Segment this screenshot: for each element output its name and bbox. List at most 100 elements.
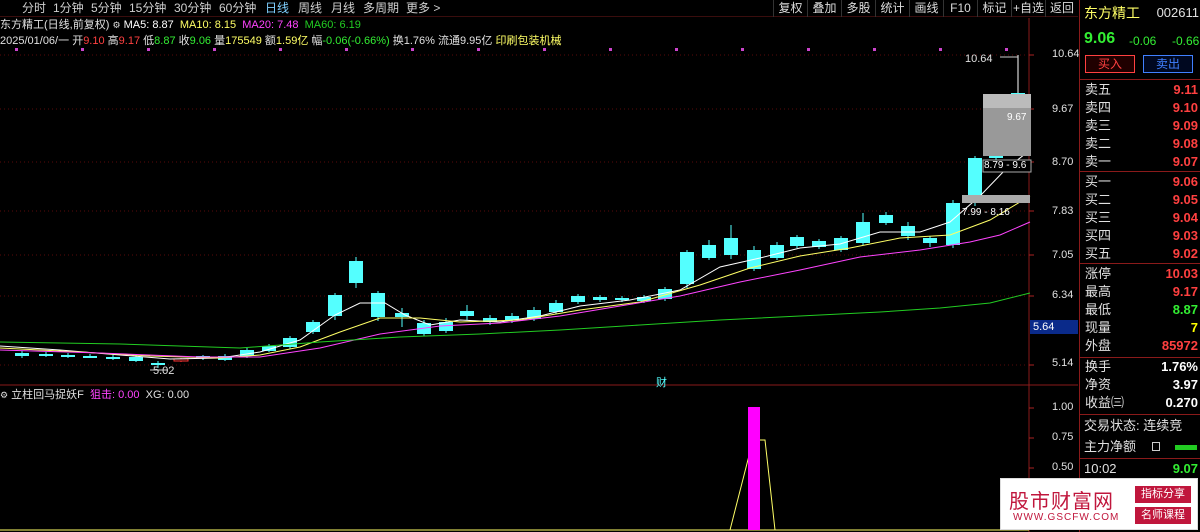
signal-dot	[873, 48, 876, 51]
signal-dot	[279, 48, 282, 51]
candle-body	[770, 245, 784, 258]
range-box-label: 9.67	[1007, 112, 1027, 123]
candle-body	[790, 237, 804, 246]
bid-value: 9.03	[1172, 228, 1198, 243]
stat2-value: 0.270	[1165, 395, 1198, 410]
ma10-line	[0, 195, 1031, 359]
stat-value: 10.03	[1165, 266, 1198, 281]
stock-header: 东方精工 002611	[1080, 4, 1200, 24]
bid-label: 买五	[1085, 246, 1112, 261]
candle-body	[702, 245, 716, 258]
main-flow-menu-icon[interactable]	[1152, 442, 1160, 451]
range-box	[962, 195, 1030, 203]
ask-value: 9.07	[1172, 154, 1198, 169]
price-axis-label: 6.34	[1052, 289, 1074, 301]
bid-label: 买二	[1085, 192, 1112, 207]
candle	[923, 236, 937, 247]
ask-row[interactable]: 卖一 9.07	[1080, 153, 1200, 171]
indicator-axis-label: 0.75	[1052, 431, 1074, 443]
candle-body	[946, 203, 960, 245]
tag-teacher-course: 名师课程	[1135, 507, 1191, 524]
ask-value: 9.10	[1172, 100, 1198, 115]
buy-button[interactable]: 买入	[1085, 55, 1135, 73]
candle	[812, 239, 826, 249]
ask-row[interactable]: 卖三 9.09	[1080, 117, 1200, 135]
stock-terminal: { "toolbar": { "tabs": ["分时","1分钟","5分钟"…	[0, 0, 1200, 532]
bid-value: 9.06	[1172, 174, 1198, 189]
ask-row[interactable]: 卖五 9.11	[1080, 81, 1200, 99]
ju-value: 狙击: 0.00	[90, 389, 140, 401]
bid-label: 买三	[1085, 210, 1112, 225]
candle	[61, 353, 75, 358]
stat-row[interactable]: 外盘 85972	[1080, 337, 1200, 355]
candle	[15, 351, 29, 358]
tick-price: 9.07	[1172, 461, 1198, 476]
stat-row[interactable]: 最高 9.17	[1080, 283, 1200, 301]
candle	[371, 291, 385, 321]
stat2-row[interactable]: 收益㈢ 0.270	[1080, 394, 1200, 412]
candle-body	[15, 353, 29, 356]
stat2-value: 3.97	[1172, 377, 1198, 392]
range-box	[983, 94, 1031, 108]
candle	[571, 294, 585, 304]
stock-code: 002611	[1156, 5, 1199, 20]
candle	[39, 352, 53, 357]
bid-row[interactable]: 买四 9.03	[1080, 227, 1200, 245]
bid-row[interactable]: 买三 9.04	[1080, 209, 1200, 227]
stat-row[interactable]: 最低 8.87	[1080, 301, 1200, 319]
candle-body	[571, 296, 585, 302]
signal-dot	[477, 48, 480, 51]
signal-dot	[15, 48, 18, 51]
candle	[724, 225, 738, 259]
price-axis-label: 9.67	[1052, 103, 1074, 115]
stat2-row[interactable]: 净资 3.97	[1080, 376, 1200, 394]
stat-row[interactable]: 涨停 10.03	[1080, 265, 1200, 283]
stat-label: 最低	[1085, 302, 1112, 317]
signal-dot	[81, 48, 84, 51]
sell-button[interactable]: 卖出	[1143, 55, 1193, 73]
candle	[879, 212, 893, 225]
stat-row[interactable]: 现量 7	[1080, 319, 1200, 337]
stat2-label: 收益㈢	[1085, 395, 1125, 410]
candle-body	[680, 252, 694, 284]
indicator-gear-icon[interactable]: ⚙	[0, 390, 8, 400]
ask-row[interactable]: 卖二 9.08	[1080, 135, 1200, 153]
watermark-logo: 股市财富网 WWW.GSCFW.COM 指标分享 名师课程	[1000, 478, 1198, 530]
bid-label: 买一	[1085, 174, 1112, 189]
candle-body	[106, 357, 120, 359]
bid-row[interactable]: 买五 9.02	[1080, 245, 1200, 263]
price-axis-label: 7.83	[1052, 205, 1074, 217]
candle	[460, 305, 474, 320]
watermark-url: WWW.GSCFW.COM	[1013, 512, 1120, 523]
indicator-name[interactable]: 立柱回马捉妖F	[11, 389, 84, 401]
candle	[349, 257, 363, 288]
signal-dot	[609, 48, 612, 51]
stat-value: 7	[1190, 320, 1198, 335]
bid-value: 9.02	[1172, 246, 1198, 261]
stat-value: 8.87	[1172, 302, 1198, 317]
stat-label: 最高	[1085, 284, 1112, 299]
signal-dot	[543, 48, 546, 51]
bid-row[interactable]: 买一 9.06	[1080, 173, 1200, 191]
finance-event-icon[interactable]: 财	[656, 374, 667, 390]
candle-body	[901, 226, 915, 236]
stat-label: 外盘	[1085, 338, 1112, 353]
candle	[106, 355, 120, 360]
tick-row: 10:02 9.07	[1080, 460, 1200, 478]
main-flow-row: 主力净额	[1080, 438, 1200, 456]
main-flow-label[interactable]: 主力净额	[1084, 438, 1136, 456]
stat2-row[interactable]: 换手 1.76%	[1080, 358, 1200, 376]
kline-chart[interactable]	[0, 0, 1078, 532]
bid-row[interactable]: 买二 9.05	[1080, 191, 1200, 209]
bid-label: 买四	[1085, 228, 1112, 243]
signal-dot	[675, 48, 678, 51]
ask-row[interactable]: 卖四 9.10	[1080, 99, 1200, 117]
stat2-label: 净资	[1085, 377, 1112, 392]
stat2-label: 换手	[1085, 359, 1112, 374]
ask-label: 卖二	[1085, 136, 1112, 151]
signal-dot	[345, 48, 348, 51]
ask-label: 卖一	[1085, 154, 1112, 169]
candle-body	[349, 261, 363, 283]
signal-dot	[213, 48, 216, 51]
price-axis-label: 7.05	[1052, 249, 1074, 261]
